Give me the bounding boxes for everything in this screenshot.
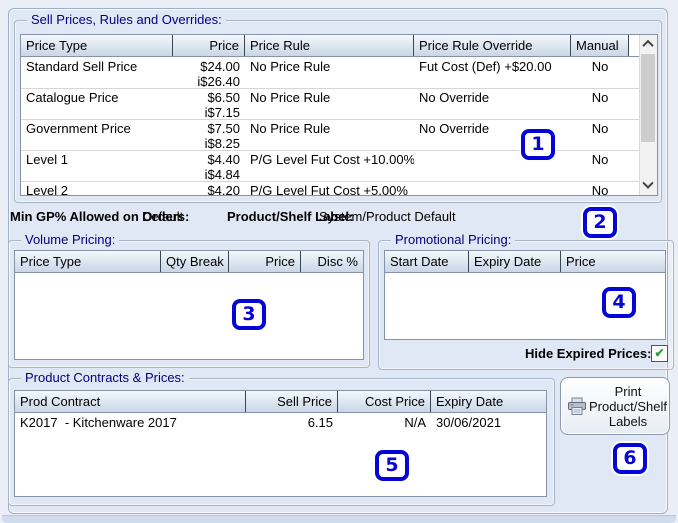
product-contracts-table-header: Prod Contract Sell Price Cost Price Expi…: [15, 391, 546, 413]
print-button-label: Print Product/Shelf Labels: [587, 384, 669, 429]
cell-price-rule-override: [414, 182, 571, 195]
column-header-cost-price: Cost Price: [338, 391, 431, 412]
cell-price-rule-override: Fut Cost (Def) +$20.00: [414, 58, 571, 88]
print-button-line2: Product/Shelf: [589, 399, 667, 414]
cell-price-rule-override: No Override: [414, 89, 571, 119]
cell-manual: No: [571, 182, 629, 195]
cell-manual: No: [571, 89, 629, 119]
price-ex: $24.00: [178, 59, 240, 74]
column-header-price: Price: [561, 251, 665, 272]
cell-price-rule: P/G Level Fut Cost +10.00%: [245, 151, 414, 181]
annotation-marker-1: 1: [521, 129, 555, 160]
annotation-marker-4: 4: [602, 287, 636, 318]
price-ex: $6.50: [178, 90, 240, 105]
cell-manual: No: [571, 151, 629, 181]
sell-prices-group-title: Sell Prices, Rules and Overrides:: [27, 12, 226, 27]
column-header-price: Price: [173, 35, 245, 56]
price-inc: i$26.40: [178, 74, 240, 88]
cell-sell-price: 6.15: [246, 414, 338, 436]
price-ex: $4.40: [178, 152, 240, 167]
cell-price: $4.20: [173, 182, 245, 195]
cell-price-type: Catalogue Price: [21, 89, 173, 119]
print-button-line1: Print: [615, 384, 642, 399]
print-button-line3: Labels: [609, 414, 647, 429]
column-header-price: Price: [229, 251, 301, 272]
print-product-shelf-labels-button[interactable]: Print Product/Shelf Labels: [560, 377, 670, 435]
checkmark-icon: ✔: [654, 346, 664, 360]
annotation-marker-5: 5: [375, 450, 409, 481]
min-gp-value: Default: [142, 209, 183, 224]
promotional-pricing-group-title: Promotional Pricing:: [391, 232, 515, 247]
column-header-manual: Manual: [571, 35, 629, 56]
cell-price: $24.00 i$26.40: [173, 58, 245, 88]
cell-price-type: Level 2: [21, 182, 173, 195]
chevron-up-icon: [642, 40, 653, 51]
cell-price: $6.50 i$7.15: [173, 89, 245, 119]
column-header-price-type: Price Type: [15, 251, 161, 272]
price-inc: i$4.84: [178, 167, 240, 181]
cell-cost-price: N/A: [338, 414, 431, 436]
column-header-expiry-date: Expiry Date: [469, 251, 561, 272]
cell-price-rule: No Price Rule: [245, 89, 414, 119]
cell-manual: No: [571, 120, 629, 150]
scrollbar-thumb[interactable]: [641, 54, 655, 142]
cell-price-rule: No Price Rule: [245, 120, 414, 150]
sell-prices-table: Price Type Price Price Rule Price Rule O…: [20, 34, 658, 196]
cell-price: $7.50 i$8.25: [173, 120, 245, 150]
column-header-disc-percent: Disc %: [301, 251, 363, 272]
price-ex: $4.20: [178, 183, 240, 195]
cell-price-rule: No Price Rule: [245, 58, 414, 88]
annotation-marker-3: 3: [232, 299, 266, 330]
scroll-down-button[interactable]: [640, 178, 656, 194]
column-header-qty-break: Qty Break: [161, 251, 229, 272]
cell-price-type: Level 1: [21, 151, 173, 181]
cell-price: $4.40 i$4.84: [173, 151, 245, 181]
shelf-label-value: System/Product Default: [319, 209, 456, 224]
column-header-start-date: Start Date: [385, 251, 469, 272]
table-row[interactable]: Standard Sell Price $24.00 i$26.40 No Pr…: [21, 58, 640, 89]
volume-pricing-table: Price Type Qty Break Price Disc %: [14, 250, 364, 360]
sell-prices-table-body: Standard Sell Price $24.00 i$26.40 No Pr…: [21, 58, 640, 195]
table-row[interactable]: Level 2 $4.20 P/G Level Fut Cost +5.00% …: [21, 182, 640, 195]
printer-icon: [567, 397, 587, 416]
column-header-expiry-date: Expiry Date: [431, 391, 546, 412]
column-header-price-rule-override: Price Rule Override: [414, 35, 571, 56]
price-inc: i$7.15: [178, 105, 240, 119]
table-row[interactable]: Catalogue Price $6.50 i$7.15 No Price Ru…: [21, 89, 640, 120]
table-row[interactable]: K2017 - Kitchenware 2017 6.15 N/A 30/06/…: [15, 414, 546, 436]
annotation-marker-6: 6: [613, 443, 647, 474]
hide-expired-prices-checkbox[interactable]: ✔: [651, 345, 668, 362]
volume-pricing-group-title: Volume Pricing:: [21, 232, 119, 247]
sell-prices-table-header: Price Type Price Price Rule Price Rule O…: [21, 35, 657, 57]
cell-expiry-date: 30/06/2021: [431, 414, 546, 436]
hide-expired-prices-label: Hide Expired Prices:: [525, 346, 646, 361]
volume-pricing-table-body: [15, 274, 363, 359]
cell-prod-contract: K2017 - Kitchenware 2017: [15, 414, 246, 436]
cell-price-rule: P/G Level Fut Cost +5.00%: [245, 182, 414, 195]
column-header-prod-contract: Prod Contract: [15, 391, 246, 412]
product-contracts-group-title: Product Contracts & Prices:: [21, 370, 189, 385]
annotation-marker-2: 2: [583, 207, 617, 238]
chevron-down-icon: [642, 178, 653, 189]
column-header-sell-price: Sell Price: [246, 391, 338, 412]
price-ex: $7.50: [178, 121, 240, 136]
product-contracts-table: Prod Contract Sell Price Cost Price Expi…: [14, 390, 547, 497]
vertical-scrollbar[interactable]: [639, 35, 657, 195]
column-header-price-rule: Price Rule: [245, 35, 414, 56]
cell-manual: No: [571, 58, 629, 88]
product-contracts-table-body: K2017 - Kitchenware 2017 6.15 N/A 30/06/…: [15, 414, 546, 496]
column-header-price-type: Price Type: [21, 35, 173, 56]
scroll-up-button[interactable]: [640, 36, 656, 52]
volume-pricing-table-header: Price Type Qty Break Price Disc %: [15, 251, 363, 273]
cell-price-type: Standard Sell Price: [21, 58, 173, 88]
price-inc: i$8.25: [178, 136, 240, 150]
promotional-pricing-table-header: Start Date Expiry Date Price: [385, 251, 665, 273]
cell-price-type: Government Price: [21, 120, 173, 150]
